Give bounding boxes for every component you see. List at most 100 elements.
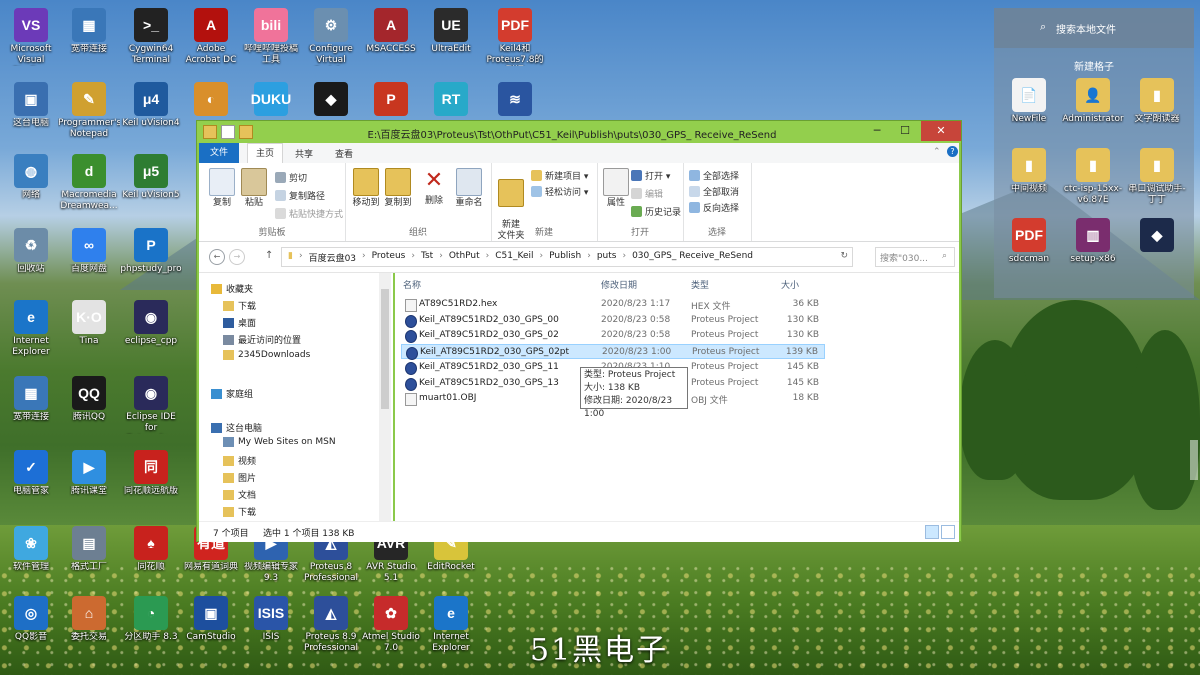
desktop-icon[interactable]: ▤ 格式工厂 — [58, 526, 120, 573]
nav-pc-item[interactable]: My Web Sites on MSN — [223, 437, 336, 447]
desktop-icon[interactable]: ♠ 同花顺 — [120, 526, 182, 573]
desktop-icon[interactable]: ✎ Programmer's Notepad — [58, 82, 120, 140]
edit-button[interactable]: 编辑 — [631, 187, 663, 200]
fence-icon[interactable]: ▮ ctc-isp-15xx-v6.87E — [1062, 148, 1124, 206]
desktop-icon[interactable]: K·O Tina — [58, 300, 120, 347]
file-row[interactable]: Keil_AT89C51RD2_030_GPS_00 2020/8/23 0:58… — [401, 313, 825, 328]
file-row[interactable]: Keil_AT89C51RD2_030_GPS_02pt 2020/8/23 1:… — [401, 344, 825, 361]
desktop-icon[interactable]: >_ Cygwin64 Terminal — [120, 8, 182, 66]
desktop-icon[interactable]: ▣ CamStudio — [180, 596, 242, 643]
breadcrumb-item[interactable]: Proteus — [372, 251, 406, 264]
nav-pc-item[interactable]: 图片 — [223, 471, 256, 484]
back-button[interactable]: ← — [209, 249, 225, 265]
breadcrumb-item[interactable]: Publish — [549, 251, 581, 264]
fence-icon[interactable]: ▥ setup-x86 — [1062, 218, 1124, 265]
move-to-button[interactable]: 移动到 — [349, 168, 383, 209]
fence-icon[interactable]: 👤 Administrator — [1062, 78, 1124, 125]
select-all-button[interactable]: 全部选择 — [689, 169, 739, 182]
column-header-type[interactable]: 类型 — [691, 278, 709, 291]
up-button[interactable]: ↑ — [265, 250, 273, 261]
desktop-icon[interactable]: RT — [420, 82, 482, 118]
maximize-button[interactable]: ☐ — [891, 121, 919, 141]
scrollbar-thumb[interactable] — [381, 289, 389, 409]
desktop-icon[interactable]: d Macromedia Dreamwea... — [58, 154, 120, 212]
properties-button[interactable]: 属性 — [599, 168, 633, 209]
desktop-icon[interactable]: ▦ 宽带连接 — [58, 8, 120, 55]
refresh-icon[interactable]: ↻ — [840, 251, 848, 261]
tab-view[interactable]: 查看 — [335, 147, 353, 160]
open-button[interactable]: 打开 ▾ — [631, 169, 670, 182]
cut-button[interactable]: 剪切 — [275, 171, 307, 184]
easy-access-button[interactable]: 轻松访问 ▾ — [531, 185, 588, 198]
nav-favorite-item[interactable]: 桌面 — [223, 316, 256, 329]
nav-favorites[interactable]: 收藏夹 — [211, 282, 253, 295]
title-bar[interactable]: E:\百度云盘03\Proteus\Tst\OthPut\C51_Keil\Pu… — [197, 121, 961, 143]
column-header-size[interactable]: 大小 — [781, 278, 799, 291]
select-none-button[interactable]: 全部取消 — [689, 185, 739, 198]
help-icon[interactable]: ? — [947, 146, 958, 157]
desktop-icon[interactable]: Pphpstudy_pro — [120, 228, 182, 275]
desktop-icon[interactable]: ≋ — [484, 82, 546, 118]
breadcrumb-item[interactable]: OthPut — [449, 251, 480, 264]
desktop-icon[interactable]: ✓ 电脑管家 — [0, 450, 62, 497]
breadcrumb-separator[interactable]: › — [622, 251, 626, 264]
nav-pc-item[interactable]: 文档 — [223, 488, 256, 501]
copy-button[interactable]: 复制 — [205, 168, 239, 209]
rename-button[interactable]: 重命名 — [449, 168, 489, 209]
copy-path-button[interactable]: 复制路径 — [275, 189, 325, 202]
desktop-icon[interactable]: ◐ — [180, 82, 242, 118]
desktop-icon[interactable]: ◆ — [300, 82, 362, 118]
breadcrumb-item[interactable]: Tst — [421, 251, 433, 264]
desktop-icon[interactable]: ◎ QQ影音 — [0, 596, 62, 643]
desktop-icon[interactable]: ▶ 腾讯课堂 — [58, 450, 120, 497]
history-button[interactable]: 历史记录 — [631, 205, 681, 218]
file-row[interactable]: Keil_AT89C51RD2_030_GPS_02 2020/8/23 0:58… — [401, 328, 825, 344]
desktop-icon[interactable]: ✿ Atmel Studio 7.0 — [360, 596, 422, 654]
new-folder-icon[interactable] — [239, 125, 253, 139]
details-view-button[interactable] — [925, 525, 939, 539]
panel-scrollbar[interactable] — [1190, 440, 1198, 480]
fence-icon[interactable]: ▮ 文字朗读器 — [1126, 78, 1188, 125]
address-bar[interactable]: ▮ › 百度云盘03 › Proteus › Tst › OthPut › C51_Keil › Pub… — [281, 247, 853, 267]
collapse-ribbon-icon[interactable]: ⌃ — [933, 147, 941, 157]
desktop-icon[interactable]: VSMicrosoft Visual Studio... — [0, 8, 62, 66]
column-header-date[interactable]: 修改日期 — [601, 278, 637, 291]
desktop-icon[interactable]: A Adobe Acrobat DC — [180, 8, 242, 66]
close-button[interactable]: ✕ — [921, 121, 961, 141]
paste-button[interactable]: 粘贴 — [237, 168, 271, 209]
nav-favorite-item[interactable]: 下载 — [223, 299, 256, 312]
nav-favorite-item[interactable]: 2345Downloads — [223, 350, 310, 360]
fence-icon[interactable]: ◆ — [1126, 218, 1188, 254]
minimize-button[interactable]: ─ — [863, 121, 891, 141]
breadcrumb-item[interactable]: C51_Keil — [495, 251, 533, 264]
breadcrumb-separator[interactable]: › — [439, 251, 443, 264]
desktop-icon[interactable]: ⌂ 委托交易 — [58, 596, 120, 643]
column-header-name[interactable]: 名称 — [403, 278, 421, 291]
forward-button[interactable]: → — [229, 249, 245, 265]
desktop-icon[interactable]: ◭ Proteus 8.9 Professional — [300, 596, 362, 654]
desktop-icon[interactable]: DUKU — [240, 82, 302, 118]
tab-home[interactable]: 主页 — [247, 143, 284, 164]
breadcrumb-separator[interactable]: › — [486, 251, 490, 264]
breadcrumb-item[interactable]: 030_GPS_ Receive_ReSend — [632, 251, 753, 264]
breadcrumb-separator[interactable]: › — [411, 251, 415, 264]
desktop-icon[interactable]: μ4 Keil uVision4 — [120, 82, 182, 129]
fence-icon[interactable]: ▮ 中间视频 — [998, 148, 1060, 195]
tab-file[interactable]: 文件 — [199, 143, 239, 163]
desktop-icon[interactable]: UE UltraEdit — [420, 8, 482, 55]
breadcrumb-separator[interactable]: › — [299, 251, 303, 264]
breadcrumb-separator[interactable]: › — [587, 251, 591, 264]
desktop-icon[interactable]: ♻ 回收站 — [0, 228, 62, 275]
desktop-icon[interactable]: bili 哔哩哔哩投稿工具 — [240, 8, 302, 66]
desktop-icon[interactable]: ◉Eclipse IDE for Enterpris... — [120, 376, 182, 434]
desktop-icon[interactable]: ◍ 网络 — [0, 154, 62, 201]
nav-this-pc[interactable]: 这台电脑 — [211, 421, 262, 434]
desktop-icon[interactable]: 同同花顺远航版 — [120, 450, 182, 497]
invert-selection-button[interactable]: 反向选择 — [689, 201, 739, 214]
properties-icon[interactable] — [221, 125, 235, 139]
desktop-icon[interactable]: ∞ 百度网盘 — [58, 228, 120, 275]
desktop-icon[interactable]: ◉ eclipse_cpp — [120, 300, 182, 347]
desktop-icon[interactable]: P — [360, 82, 422, 118]
fence-icon[interactable]: PDF sdccman — [998, 218, 1060, 265]
navigation-scrollbar[interactable] — [379, 273, 391, 521]
